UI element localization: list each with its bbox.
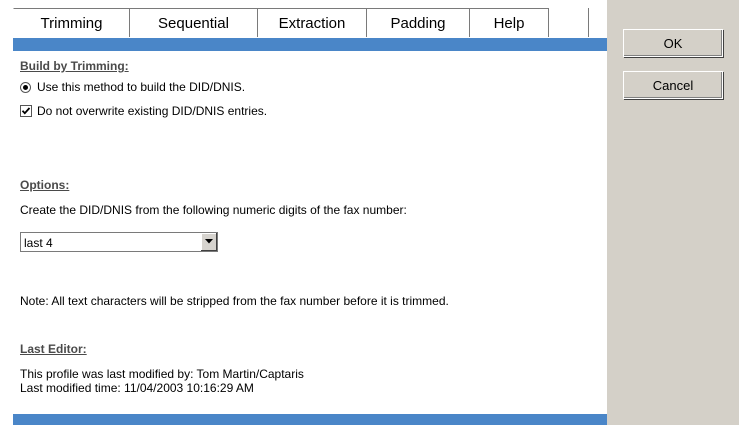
modified-by-text: This profile was last modified by: Tom M… xyxy=(20,367,304,381)
tab-extraction-label: Extraction xyxy=(278,14,346,32)
tab-trimming[interactable]: Trimming xyxy=(13,8,130,37)
use-method-label: Use this method to build the DID/DNIS. xyxy=(37,80,246,94)
button-panel: OK Cancel xyxy=(607,0,739,425)
tab-strip: Trimming Sequential Extraction Padding H… xyxy=(13,8,589,38)
radio-selected-dot xyxy=(23,85,28,90)
trim-note: Note: All text characters will be stripp… xyxy=(20,294,449,308)
options-header: Options: xyxy=(20,178,70,192)
check-mark-icon xyxy=(21,107,31,115)
chevron-down-icon xyxy=(205,239,213,244)
tab-help[interactable]: Help xyxy=(469,8,549,37)
build-by-trimming-header: Build by Trimming: xyxy=(20,59,129,73)
digits-select-dropdown-button[interactable] xyxy=(200,233,217,251)
tab-padding-label: Padding xyxy=(390,14,446,32)
tab-strip-filler xyxy=(548,8,589,37)
tab-sequential-label: Sequential xyxy=(158,14,229,32)
digits-select-value: last 4 xyxy=(24,236,53,250)
ok-button-label: OK xyxy=(663,35,683,51)
cancel-button[interactable]: Cancel xyxy=(623,71,723,99)
do-not-overwrite-label: Do not overwrite existing DID/DNIS entri… xyxy=(37,104,268,118)
modified-time-text: Last modified time: 11/04/2003 10:16:29 … xyxy=(20,381,254,395)
use-method-radio[interactable] xyxy=(20,82,31,93)
last-editor-header: Last Editor: xyxy=(20,342,87,356)
tab-help-label: Help xyxy=(493,14,525,32)
bottom-accent-bar xyxy=(13,414,607,425)
tab-sequential[interactable]: Sequential xyxy=(129,8,258,37)
top-accent-bar xyxy=(13,38,607,51)
tab-trimming-label: Trimming xyxy=(40,14,103,32)
do-not-overwrite-checkbox[interactable] xyxy=(20,105,32,117)
cancel-button-label: Cancel xyxy=(652,77,694,93)
options-instruction: Create the DID/DNIS from the following n… xyxy=(20,203,407,217)
ok-button[interactable]: OK xyxy=(623,29,723,57)
tab-padding[interactable]: Padding xyxy=(366,8,470,37)
tab-extraction[interactable]: Extraction xyxy=(257,8,367,37)
digits-select[interactable]: last 4 xyxy=(20,232,218,252)
